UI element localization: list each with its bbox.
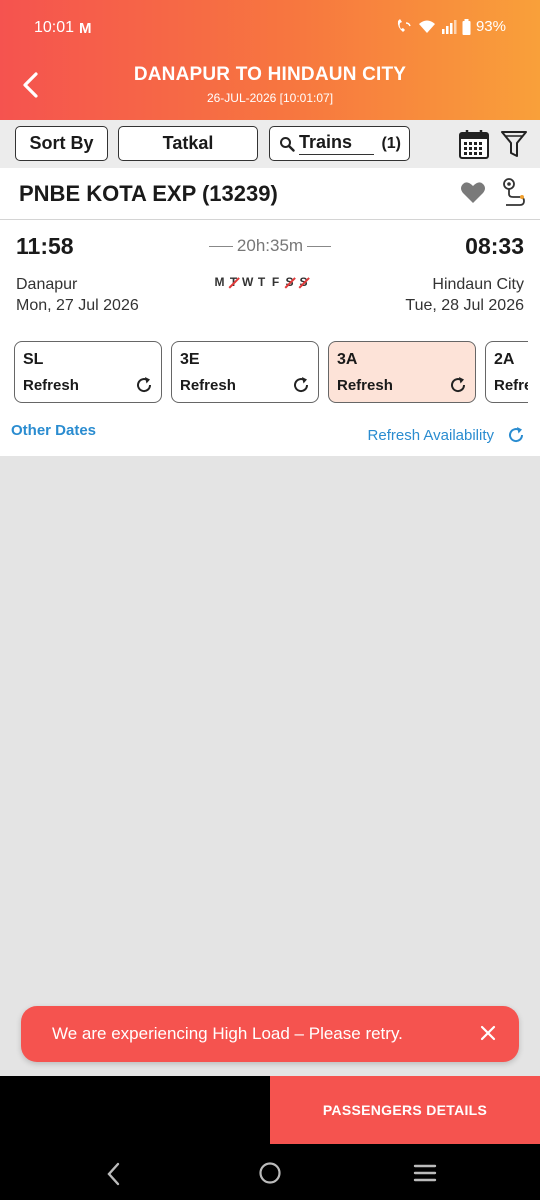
refresh-icon (137, 377, 152, 393)
card-divider (0, 219, 540, 220)
destination-station: Hindaun City (432, 276, 524, 293)
journey-duration: 20h:35m (200, 236, 340, 256)
source-date: Mon, 27 Jul 2026 (16, 297, 139, 314)
class-card-2a[interactable]: 2A Refresh (485, 341, 528, 403)
departure-time: 11:58 (16, 233, 74, 259)
class-status: Refresh (23, 377, 79, 394)
refresh-icon (294, 377, 309, 393)
class-status: Refresh (494, 377, 528, 394)
trains-count: (1) (381, 134, 401, 152)
day-0: M (214, 275, 225, 289)
wifi-call-icon (395, 18, 413, 35)
class-status: Refresh (180, 377, 236, 394)
nav-back-icon[interactable] (104, 1162, 124, 1186)
day-3: T (257, 275, 266, 289)
page-title: DANAPUR TO HINDAUN CITY (133, 64, 407, 85)
nav-menu-icon[interactable] (413, 1163, 437, 1183)
app-header: 10:01 M 93% DANAPUR TO HINDAUN CITY 26-J… (0, 0, 540, 120)
train-search-field[interactable]: Trains (1) (269, 126, 410, 161)
battery-icon (462, 18, 471, 35)
filter-icon[interactable] (500, 129, 528, 164)
class-code: 2A (494, 351, 515, 368)
day-2: W (242, 275, 254, 289)
running-days: MTWTFSS (214, 275, 309, 289)
class-card-3e[interactable]: 3E Refresh (171, 341, 319, 403)
other-dates-link[interactable]: Other Dates (11, 422, 96, 439)
duration-text: 20h:35m (236, 236, 304, 255)
class-status: Refresh (337, 377, 393, 394)
refresh-icon (451, 377, 466, 393)
quota-button[interactable]: Tatkal (118, 126, 258, 161)
signal-icon (441, 19, 457, 34)
class-code: SL (23, 351, 44, 368)
trains-label: Trains (299, 132, 375, 155)
class-code: 3E (180, 351, 200, 368)
page-subtitle: 26-JUL-2026 [10:01:07] (206, 91, 334, 105)
route-map-icon[interactable] (500, 177, 528, 212)
class-code: 3A (337, 351, 358, 368)
error-toast: We are experiencing High Load – Please r… (21, 1006, 519, 1062)
refresh-availability-label: Refresh Availability (367, 426, 494, 444)
nav-home-icon[interactable] (258, 1161, 282, 1185)
day-1: T (229, 275, 238, 289)
calendar-icon[interactable] (458, 128, 490, 165)
train-name: PNBE KOTA EXP (13239) (19, 181, 278, 206)
class-card-3a[interactable]: 3A Refresh (328, 341, 476, 403)
status-time: 10:01 (34, 19, 75, 36)
day-5: S (285, 275, 294, 289)
favorite-heart-icon[interactable] (460, 181, 486, 210)
source-station: Danapur (16, 276, 78, 293)
day-6: S (299, 275, 308, 289)
status-icons: 93% (395, 18, 506, 35)
search-icon (280, 136, 295, 152)
battery-percent: 93% (475, 18, 506, 35)
toast-message: We are experiencing High Load – Please r… (52, 1024, 403, 1043)
gmail-icon: M (79, 20, 92, 37)
day-4: F (271, 275, 280, 289)
sort-by-button[interactable]: Sort By (15, 126, 108, 161)
class-availability-list: SL Refresh 3E Refresh 3A Refresh 2A Refr… (14, 341, 528, 405)
passengers-details-button[interactable]: PASSENGERS DETAILS (270, 1076, 540, 1144)
wifi-icon (418, 20, 436, 34)
refresh-icon (509, 427, 524, 443)
arrival-time: 08:33 (465, 233, 524, 259)
destination-date: Tue, 28 Jul 2026 (405, 297, 524, 314)
class-card-sl[interactable]: SL Refresh (14, 341, 162, 403)
status-bar: 10:01 M 93% (0, 0, 540, 58)
close-icon[interactable] (479, 1024, 497, 1042)
refresh-availability-link[interactable]: Refresh Availability (368, 425, 526, 445)
